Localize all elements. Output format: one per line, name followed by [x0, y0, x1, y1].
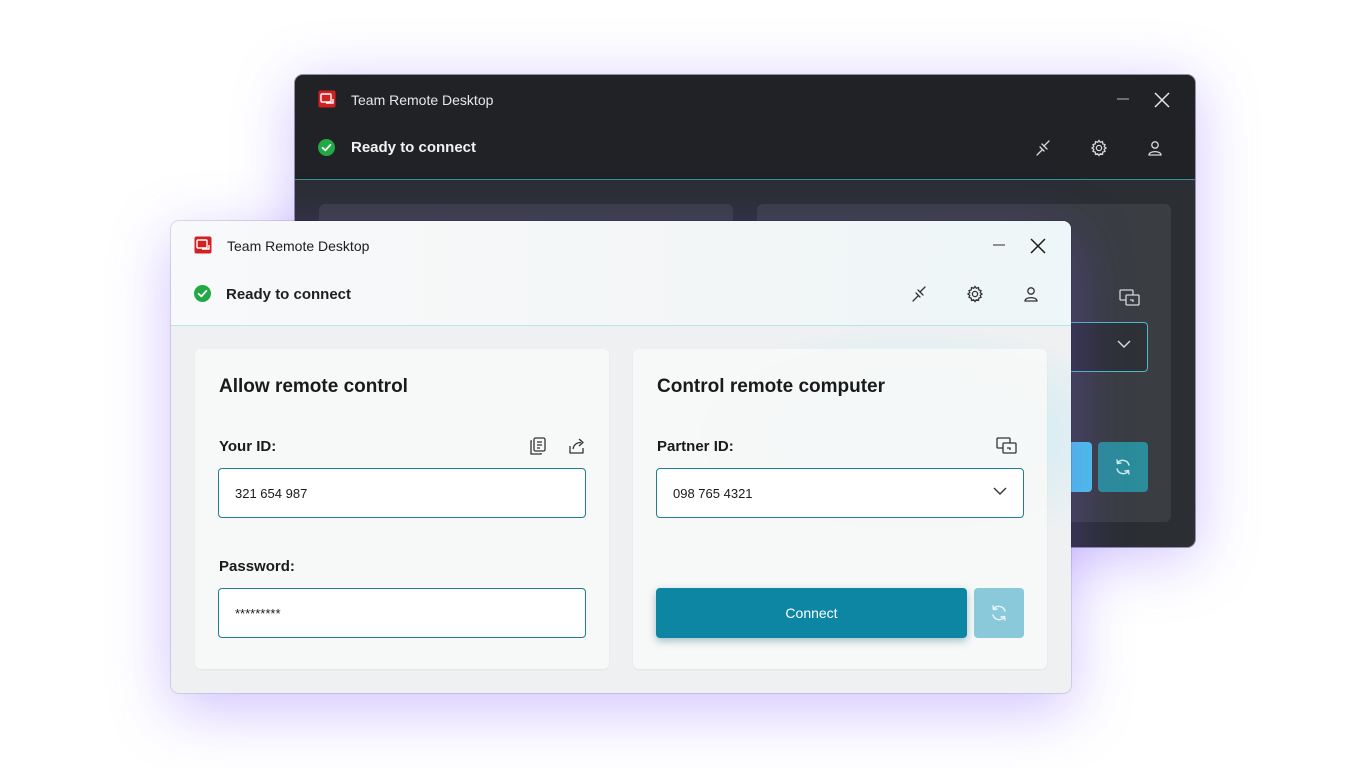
app-title: Team Remote Desktop: [351, 92, 494, 108]
refresh-icon: [1113, 457, 1133, 477]
control-remote-computer-panel: Control remote computer Partner ID: 098 …: [633, 349, 1047, 669]
your-id-label: Your ID:: [219, 438, 277, 455]
close-icon[interactable]: [1027, 235, 1049, 257]
chevron-down-icon: [993, 486, 1007, 496]
partner-id-value: 098 765 4321: [673, 485, 753, 501]
title-bar: Team Remote Desktop Ready to connect: [171, 221, 1071, 326]
app-logo-icon: [194, 236, 212, 254]
refresh-icon: [989, 603, 1009, 623]
connect-button[interactable]: Connect: [656, 588, 967, 638]
gear-icon[interactable]: [964, 283, 986, 305]
refresh-button-dark[interactable]: [1098, 442, 1148, 492]
minimize-icon[interactable]: [1113, 89, 1133, 109]
panel-title: Allow remote control: [219, 376, 408, 397]
allow-remote-control-panel: Allow remote control Your ID: 321 654 98…: [195, 349, 609, 669]
main-window: Team Remote Desktop Ready to connect All…: [171, 221, 1071, 693]
close-icon[interactable]: [1151, 89, 1173, 111]
copy-icon[interactable]: [528, 436, 548, 456]
connection-status: Ready to connect: [226, 286, 352, 303]
password-field[interactable]: *********: [218, 588, 586, 638]
your-id-field[interactable]: 321 654 987: [218, 468, 586, 518]
disconnect-icon[interactable]: [1032, 137, 1054, 159]
disconnect-icon[interactable]: [908, 283, 930, 305]
refresh-button[interactable]: [974, 588, 1024, 638]
status-check-icon: [194, 285, 211, 302]
user-icon[interactable]: [1144, 137, 1166, 159]
user-icon[interactable]: [1020, 283, 1042, 305]
partner-id-dropdown[interactable]: 098 765 4321: [656, 468, 1024, 518]
app-title: Team Remote Desktop: [227, 238, 370, 254]
partner-list-icon[interactable]: [996, 436, 1018, 456]
title-bar: Team Remote Desktop Ready to connect: [295, 75, 1195, 180]
app-logo-icon: [318, 90, 336, 108]
share-icon[interactable]: [567, 436, 587, 456]
panel-title: Control remote computer: [657, 376, 886, 397]
connection-status: Ready to connect: [351, 139, 477, 156]
partner-list-icon[interactable]: [1119, 289, 1141, 307]
minimize-icon[interactable]: [989, 235, 1009, 255]
partner-id-label: Partner ID:: [657, 438, 734, 455]
status-check-icon: [318, 139, 335, 156]
gear-icon[interactable]: [1088, 137, 1110, 159]
password-label: Password:: [219, 558, 295, 575]
chevron-down-icon: [1117, 339, 1131, 349]
